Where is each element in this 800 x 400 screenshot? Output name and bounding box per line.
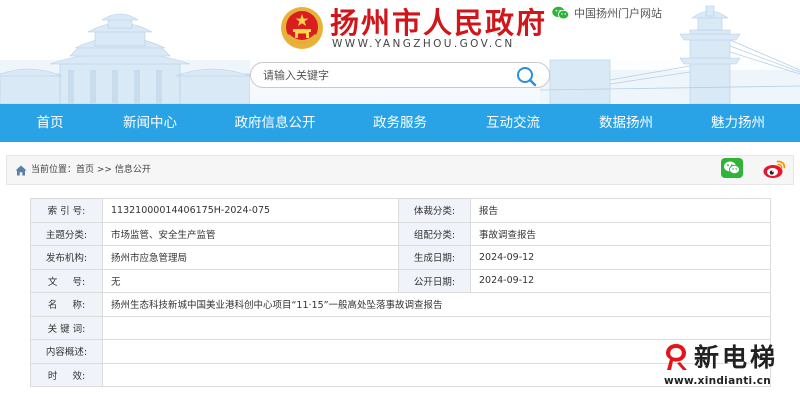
table-row: 索 引 号: 11321000014406175H-2024-075 体裁分类:… bbox=[30, 198, 771, 223]
search-box bbox=[250, 62, 550, 88]
keywords-label: 关 键 词: bbox=[30, 315, 103, 340]
search-icon[interactable] bbox=[515, 65, 537, 87]
portal-link-label: 中国扬州门户网站 bbox=[574, 7, 662, 20]
site-url: WWW.YANGZHOU.GOV.CN bbox=[332, 38, 515, 50]
main-nav: 首页 新闻中心 政府信息公开 政务服务 互动交流 数据扬州 魅力扬州 bbox=[0, 104, 800, 142]
org-category-label: 组配分类: bbox=[398, 221, 471, 246]
table-row: 关 键 词: bbox=[30, 315, 771, 340]
name-value: 扬州生态科技新城中国美业港科创中心项目“11·15”一般高处坠落事故调查报告 bbox=[102, 292, 771, 317]
topic-value: 市场监管、安全生产监管 bbox=[102, 221, 399, 246]
genre-label: 体裁分类: bbox=[398, 198, 471, 223]
created-date-label: 生成日期: bbox=[398, 245, 471, 270]
publisher-label: 发布机构: bbox=[30, 245, 103, 270]
nav-item-services[interactable]: 政务服务 bbox=[373, 104, 427, 142]
breadcrumb-home[interactable]: 首页 bbox=[76, 165, 94, 175]
nav-item-gov-info[interactable]: 政府信息公开 bbox=[235, 104, 316, 142]
table-row: 名 称: 扬州生态科技新城中国美业港科创中心项目“11·15”一般高处坠落事故调… bbox=[30, 292, 771, 317]
table-row: 发布机构: 扬州市应急管理局 生成日期: 2024-09-12 bbox=[30, 245, 771, 270]
site-title: 扬州市人民政府 bbox=[330, 6, 548, 40]
doc-no-label: 文 号: bbox=[30, 268, 103, 293]
keywords-value bbox=[102, 315, 771, 340]
nav-item-news[interactable]: 新闻中心 bbox=[123, 104, 177, 142]
genre-value: 报告 bbox=[470, 198, 771, 223]
skyline-left-decoration bbox=[0, 13, 250, 104]
summary-label: 内容概述: bbox=[30, 339, 103, 364]
site-header: 扬州市人民政府 WWW.YANGZHOU.GOV.CN 中国扬州门户网站 bbox=[0, 0, 800, 104]
watermark: 新电梯 www.xindianti.cn bbox=[656, 338, 796, 390]
org-category-value: 事故调查报告 bbox=[470, 221, 771, 246]
nav-item-interaction[interactable]: 互动交流 bbox=[486, 104, 540, 142]
breadcrumb-current[interactable]: 信息公开 bbox=[115, 165, 151, 175]
nav-item-charm[interactable]: 魅力扬州 bbox=[711, 104, 765, 142]
national-emblem-icon bbox=[281, 7, 323, 49]
name-label: 名 称: bbox=[30, 292, 103, 317]
wechat-small-icon bbox=[552, 6, 569, 20]
validity-label: 时 效: bbox=[30, 362, 103, 387]
created-date-value: 2024-09-12 bbox=[470, 245, 771, 270]
breadcrumb-separator: >> bbox=[94, 165, 115, 175]
elevator-logo-icon bbox=[666, 344, 687, 370]
publisher-value: 扬州市应急管理局 bbox=[102, 245, 399, 270]
nav-item-data[interactable]: 数据扬州 bbox=[599, 104, 653, 142]
search-input[interactable] bbox=[263, 63, 503, 87]
topic-label: 主题分类: bbox=[30, 221, 103, 246]
doc-no-value: 无 bbox=[102, 268, 399, 293]
wechat-share-icon[interactable] bbox=[721, 158, 743, 178]
published-date-label: 公开日期: bbox=[398, 268, 471, 293]
index-no-value: 11321000014406175H-2024-075 bbox=[102, 198, 399, 223]
nav-item-home[interactable]: 首页 bbox=[37, 104, 64, 142]
published-date-value: 2024-09-12 bbox=[470, 268, 771, 293]
breadcrumb-bar: 当前位置：首页 >> 信息公开 bbox=[6, 155, 794, 185]
home-icon bbox=[15, 165, 27, 176]
weibo-share-icon[interactable] bbox=[763, 158, 787, 179]
portal-link[interactable]: 中国扬州门户网站 bbox=[552, 4, 662, 22]
table-row: 文 号: 无 公开日期: 2024-09-12 bbox=[30, 268, 771, 293]
table-row: 主题分类: 市场监管、安全生产监管 组配分类: 事故调查报告 bbox=[30, 221, 771, 246]
breadcrumb-prefix: 当前位置： bbox=[31, 165, 77, 175]
breadcrumb: 当前位置：首页 >> 信息公开 bbox=[31, 156, 151, 184]
watermark-name: 新电梯 bbox=[694, 343, 779, 372]
index-no-label: 索 引 号: bbox=[30, 198, 103, 223]
watermark-url: www.xindianti.cn bbox=[664, 375, 772, 387]
